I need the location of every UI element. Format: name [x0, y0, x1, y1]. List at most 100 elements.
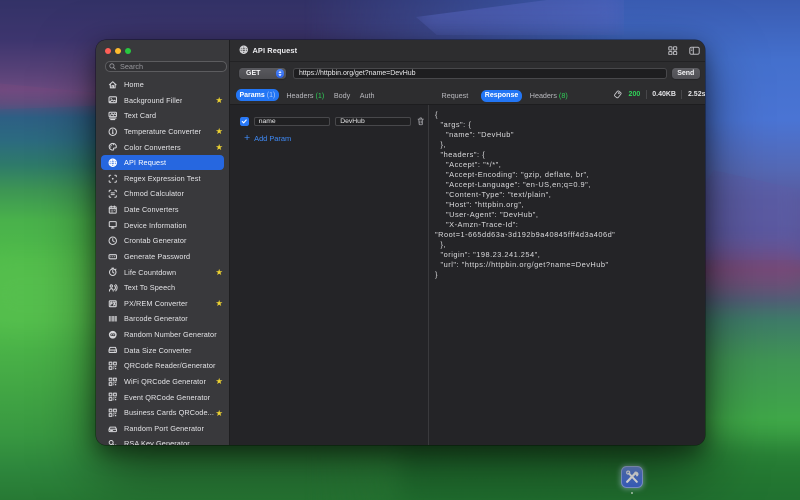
tab-headers[interactable]: Headers(8) [528, 91, 570, 100]
favorite-star-icon: ★ [215, 377, 223, 386]
speech-icon [108, 283, 118, 293]
minimize-window-button[interactable] [115, 48, 121, 54]
favorite-star-icon: ★ [215, 127, 223, 136]
sidebar-item-label: Temperature Converter [124, 127, 201, 136]
close-window-button[interactable] [105, 48, 111, 54]
sidebar-item-label: Barcode Generator [124, 314, 188, 323]
popup-chevrons-icon [276, 69, 284, 78]
sidebar-item-label: Color Converters [124, 143, 181, 152]
sidebar-item-label: Life Countdown [124, 268, 176, 277]
url-value: https://httpbin.org/get?name=DevHub [299, 70, 416, 77]
request-toolbar: GET https://httpbin.org/get?name=DevHub … [230, 62, 705, 85]
sidebar-item-label: Crontab Generator [124, 236, 187, 245]
sidebar-item-text-card[interactable]: Text Card [101, 108, 224, 124]
search-icon [109, 63, 116, 70]
sidebar-item-text-to-speech[interactable]: Text To Speech [101, 280, 224, 296]
param-value-input[interactable]: DevHub [335, 117, 411, 126]
zoom-window-button[interactable] [125, 48, 131, 54]
tab-label: Body [334, 91, 350, 100]
delete-param-button[interactable] [417, 117, 425, 126]
sidebar-item-color-converters[interactable]: Color Converters★ [101, 139, 224, 155]
sidebar-item-label: Device Information [124, 221, 187, 230]
sidebar-item-label: QRCode Reader/Generator [124, 361, 216, 370]
globe-icon [108, 158, 118, 168]
sidebar-item-date-converters[interactable]: Date Converters [101, 202, 224, 218]
sidebar-item-device-information[interactable]: Device Information [101, 217, 224, 233]
sidebar-item-label: Business Cards QRCode... [124, 408, 214, 417]
thermometer-icon [108, 127, 118, 137]
qrcode-icon [108, 408, 118, 418]
sidebar-item-label: Date Converters [124, 205, 179, 214]
param-key-input[interactable]: name [254, 117, 330, 126]
sidebar-item-chmod-calculator[interactable]: Chmod Calculator [101, 186, 224, 202]
response-pane: { "args": { "name": "DevHub" }, "headers… [429, 105, 705, 445]
dock-devhub-icon[interactable] [621, 466, 644, 489]
status-code: 200 [629, 91, 641, 98]
main-pane: API Request [230, 40, 705, 445]
sidebar-item-api-request[interactable]: API Request [101, 155, 224, 171]
text-card-icon [108, 111, 118, 121]
toggle-sidebar-icon[interactable] [689, 46, 700, 56]
tab-body[interactable]: Body [332, 91, 352, 100]
stopwatch-icon [108, 267, 118, 277]
sidebar: Search HomeBackground Filler★Text CardTe… [96, 40, 230, 445]
sidebar-item-random-number-generator[interactable]: Random Number Generator [101, 327, 224, 343]
tab-label: Response [485, 92, 518, 99]
sidebar-item-random-port-generator[interactable]: Random Port Generator [101, 420, 224, 436]
tab-count: (1) [267, 92, 276, 99]
tab-count: (8) [559, 91, 568, 100]
sidebar-item-crontab-generator[interactable]: Crontab Generator [101, 233, 224, 249]
sidebar-item-barcode-generator[interactable]: Barcode Generator [101, 311, 224, 327]
sidebar-item-rsa-key-generator[interactable]: RSA Key Generator [101, 436, 224, 444]
response-status: 2000.40KB2.52s [613, 85, 705, 104]
sidebar-item-label: Text To Speech [124, 283, 175, 292]
url-input[interactable]: https://httpbin.org/get?name=DevHub [293, 68, 667, 80]
image-icon [108, 95, 118, 105]
sidebar-item-temperature-converter[interactable]: Temperature Converter ★ [101, 124, 224, 140]
desktop: Search HomeBackground Filler★Text CardTe… [0, 0, 800, 500]
sidebar-item-label: Random Number Generator [124, 330, 217, 339]
sidebar-item-life-countdown[interactable]: Life Countdown★ [101, 264, 224, 280]
sidebar-item-qrcode-reader-generator[interactable]: QRCode Reader/Generator [101, 358, 224, 374]
sidebar-item-event-qrcode-generator[interactable]: Event QRCode Generator [101, 389, 224, 405]
sidebar-item-data-size-converter[interactable]: Data Size Converter [101, 342, 224, 358]
qrcode-icon [108, 392, 118, 402]
sidebar-item-regex-expression-test[interactable]: Regex Expression Test [101, 170, 224, 186]
params-pane: name DevHub [230, 105, 429, 445]
sidebar-item-business-cards-qrcode[interactable]: Business Cards QRCode...★ [101, 405, 224, 421]
globe-icon [239, 45, 249, 55]
sidebar-item-px-rem-converter[interactable]: PX/REM Converter★ [101, 295, 224, 311]
sidebar-item-label: Data Size Converter [124, 346, 192, 355]
sidebar-item-background-filler[interactable]: Background Filler★ [101, 92, 224, 108]
tools-icon [624, 469, 640, 485]
add-param-label: Add Param [254, 134, 291, 143]
content: name DevHub [230, 105, 705, 445]
tab-request[interactable]: Request [440, 91, 471, 100]
sidebar-item-label: PX/REM Converter [124, 299, 188, 308]
tab-params[interactable]: Params(1) [236, 89, 279, 101]
port-icon [108, 424, 118, 434]
sidebar-item-generate-password[interactable]: Generate Password [101, 249, 224, 265]
grid-apps-icon[interactable] [668, 46, 678, 56]
send-button[interactable]: Send [672, 68, 700, 80]
tab-headers[interactable]: Headers(1) [284, 91, 326, 100]
sidebar-nav: HomeBackground Filler★Text CardTemperatu… [101, 77, 224, 445]
tab-auth[interactable]: Auth [358, 91, 377, 100]
tag-icon [613, 90, 622, 99]
add-param-button[interactable]: + Add Param [244, 134, 291, 144]
method-select[interactable]: GET [239, 68, 286, 80]
sidebar-item-home[interactable]: Home [101, 77, 224, 93]
response-body[interactable]: { "args": { "name": "DevHub" }, "headers… [435, 110, 705, 280]
password-icon [108, 252, 118, 262]
tab-response[interactable]: Response [481, 90, 521, 102]
barcode-icon [108, 314, 118, 324]
sidebar-item-label: RSA Key Generator [124, 439, 190, 444]
dock-running-indicator [631, 492, 634, 495]
sidebar-item-label: Random Port Generator [124, 424, 204, 433]
param-checkbox[interactable] [240, 117, 249, 126]
sidebar-item-wifi-qrcode-generator[interactable]: WiFi QRCode Generator★ [101, 374, 224, 390]
api-request-icon [239, 42, 249, 60]
crontab-icon [108, 236, 118, 246]
search-input[interactable]: Search [105, 61, 227, 72]
sidebar-item-label: Generate Password [124, 252, 190, 261]
